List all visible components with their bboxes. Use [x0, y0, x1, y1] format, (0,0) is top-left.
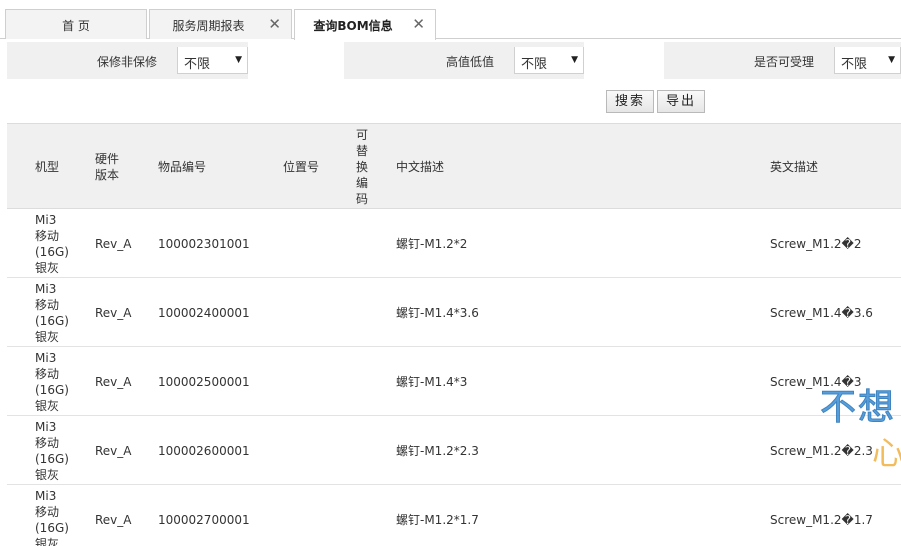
dropdown-arrow-icon: ▼	[571, 55, 578, 65]
table-row[interactable]: Mi3 移动 (16G) 银灰 Rev_A 100002600001 螺钉-M1…	[7, 416, 901, 485]
table-row[interactable]: Mi3 移动 (16G) 银灰 Rev_A 100002500001 螺钉-M1…	[7, 347, 901, 416]
col-model: 机型	[35, 160, 60, 174]
col-item-no: 物品编号	[158, 160, 207, 174]
cell-item-no: 100002700001	[158, 513, 250, 527]
search-button[interactable]: 搜索	[606, 90, 654, 113]
close-icon[interactable]: ✕	[268, 15, 281, 33]
cell-hw-version: Rev_A	[95, 306, 132, 320]
col-substitute: 可 替 换 编 码	[356, 128, 369, 206]
cell-item-no: 100002500001	[158, 375, 250, 389]
tab-bar: 首 页 服务周期报表 ✕ 查询BOM信息 ✕	[0, 0, 901, 40]
warranty-filter-label: 保修非保修	[97, 55, 158, 69]
table-header: 机型 硬件 版本 物品编号 位置号 可 替 换 编 码 中文描述 英文描述	[7, 123, 901, 209]
table-row[interactable]: Mi3 移动 (16G) 银灰 Rev_A 100002700001 螺钉-M1…	[7, 485, 901, 546]
tab-home[interactable]: 首 页	[5, 9, 147, 39]
warranty-select[interactable]: 不限 ▼	[177, 47, 248, 74]
col-hw-version: 硬件 版本	[95, 152, 120, 182]
cell-model: Mi3 移动 (16G) 银灰	[35, 420, 69, 482]
cell-model: Mi3 移动 (16G) 银灰	[35, 213, 69, 275]
acceptable-select[interactable]: 不限 ▼	[834, 47, 901, 74]
acceptable-filter-label: 是否可受理	[754, 55, 815, 69]
cell-en-desc: Screw_M1.2�1.7	[770, 513, 873, 527]
cell-hw-version: Rev_A	[95, 375, 132, 389]
cell-model: Mi3 移动 (16G) 银灰	[35, 282, 69, 344]
cell-cn-desc: 螺钉-M1.4*3	[396, 375, 468, 389]
cell-hw-version: Rev_A	[95, 237, 132, 251]
tab-label: 服务周期报表	[172, 19, 245, 33]
select-value: 不限	[521, 57, 548, 72]
dropdown-arrow-icon: ▼	[235, 55, 242, 65]
filter-divider	[248, 42, 344, 79]
table-row[interactable]: Mi3 移动 (16G) 银灰 Rev_A 100002301001 螺钉-M1…	[7, 209, 901, 278]
cell-hw-version: Rev_A	[95, 444, 132, 458]
cell-en-desc: Screw_M1.2�2	[770, 237, 862, 251]
cell-cn-desc: 螺钉-M1.4*3.6	[396, 306, 479, 320]
filter-divider	[584, 42, 664, 79]
tab-query-bom[interactable]: 查询BOM信息 ✕	[294, 9, 436, 40]
col-en-desc: 英文描述	[770, 160, 819, 174]
cell-item-no: 100002301001	[158, 237, 250, 251]
export-button[interactable]: 导出	[657, 90, 705, 113]
cell-hw-version: Rev_A	[95, 513, 132, 527]
tab-service-cycle-report[interactable]: 服务周期报表 ✕	[149, 9, 292, 39]
select-value: 不限	[184, 57, 211, 72]
cell-cn-desc: 螺钉-M1.2*2.3	[396, 444, 479, 458]
cell-en-desc: Screw_M1.2�2.3	[770, 444, 873, 458]
dropdown-arrow-icon: ▼	[888, 55, 895, 65]
cell-item-no: 100002600001	[158, 444, 250, 458]
cell-item-no: 100002400001	[158, 306, 250, 320]
filter-bar: 保修非保修 不限 ▼ 高值低值 不限 ▼ 是否可受理 不限 ▼	[7, 42, 901, 79]
close-icon[interactable]: ✕	[412, 15, 425, 33]
cell-model: Mi3 移动 (16G) 银灰	[35, 489, 69, 546]
cell-cn-desc: 螺钉-M1.2*1.7	[396, 513, 479, 527]
col-cn-desc: 中文描述	[396, 160, 445, 174]
tab-label: 查询BOM信息	[313, 19, 393, 33]
tab-label: 首 页	[62, 19, 90, 33]
select-value: 不限	[841, 57, 868, 72]
cell-model: Mi3 移动 (16G) 银灰	[35, 351, 69, 413]
cell-en-desc: Screw_M1.4�3	[770, 375, 862, 389]
cell-en-desc: Screw_M1.4�3.6	[770, 306, 873, 320]
value-filter-label: 高值低值	[446, 55, 495, 69]
bom-table: 机型 硬件 版本 物品编号 位置号 可 替 换 编 码 中文描述 英文描述 Mi…	[7, 123, 901, 546]
cell-cn-desc: 螺钉-M1.2*2	[396, 237, 468, 251]
value-select[interactable]: 不限 ▼	[514, 47, 584, 74]
col-position: 位置号	[283, 160, 320, 174]
table-row[interactable]: Mi3 移动 (16G) 银灰 Rev_A 100002400001 螺钉-M1…	[7, 278, 901, 347]
